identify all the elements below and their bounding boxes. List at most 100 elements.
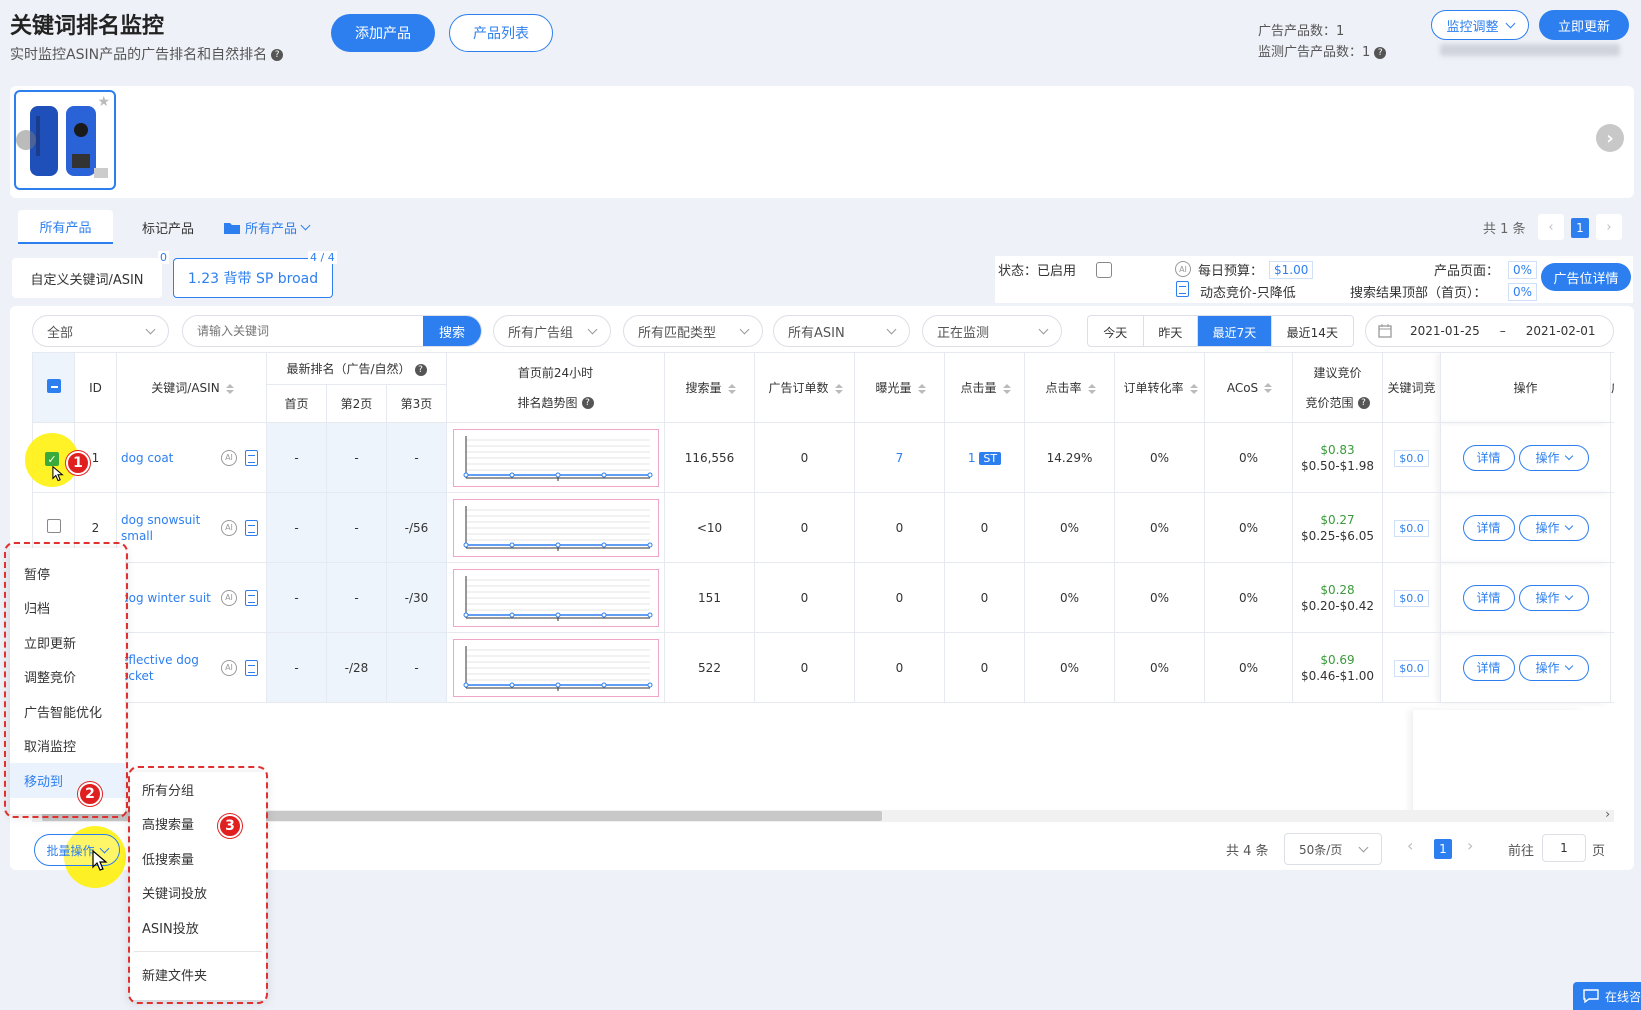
rank-trend-chart[interactable] — [446, 492, 665, 563]
next-page-icon[interactable]: › — [1596, 214, 1622, 240]
carousel-next-icon[interactable]: › — [1596, 124, 1624, 152]
document-icon[interactable] — [245, 519, 258, 536]
product-page-value[interactable]: 0% — [1508, 261, 1538, 279]
prev-page-icon[interactable]: ‹ — [1538, 214, 1564, 240]
document-icon[interactable] — [245, 589, 258, 606]
document-icon[interactable] — [245, 659, 258, 676]
suggested-bid: $0.27 — [1320, 512, 1355, 527]
rank-trend-chart[interactable] — [446, 632, 665, 703]
col-cvr[interactable]: 订单转化率 — [1114, 352, 1205, 423]
goto-page-input[interactable]: 1 — [1542, 834, 1586, 862]
keyword-link[interactable]: eflective dog acket — [121, 652, 213, 684]
search-top-value[interactable]: 0% — [1508, 283, 1538, 301]
help-icon[interactable]: ? — [1374, 46, 1387, 59]
update-now-button[interactable]: 立即更新 — [1539, 10, 1629, 40]
folder-filter-dropdown[interactable]: 所有产品 — [224, 210, 311, 244]
sort-icon[interactable] — [918, 384, 924, 394]
ai-icon[interactable]: AI — [221, 659, 237, 676]
help-icon[interactable]: ? — [271, 49, 284, 61]
ai-icon[interactable]: AI — [221, 589, 237, 606]
keyword-link[interactable]: dog winter suit — [121, 590, 213, 606]
rank-trend-chart[interactable] — [446, 422, 665, 493]
suggested-bid-cell: $0.83 $0.50-$1.98 — [1292, 422, 1383, 493]
date-picker[interactable]: 2021-01-25 – 2021-02-01 — [1365, 315, 1614, 347]
search-button[interactable]: 搜索 — [423, 316, 481, 346]
help-icon[interactable]: ? — [1357, 397, 1370, 409]
col-impressions[interactable]: 曝光量 — [854, 352, 945, 423]
operate-dropdown[interactable]: 操作 — [1518, 584, 1589, 611]
sort-icon[interactable] — [728, 384, 734, 394]
keyword-search-input[interactable] — [183, 316, 423, 346]
sort-icon[interactable] — [226, 384, 232, 394]
asin-select[interactable]: 所有ASIN — [773, 315, 910, 347]
product-list-button[interactable]: 产品列表 — [449, 14, 553, 52]
help-icon[interactable]: ? — [414, 363, 427, 376]
sort-icon[interactable] — [1003, 384, 1009, 394]
ad-group-select[interactable]: 所有广告组 — [493, 315, 611, 347]
online-chat-button[interactable]: 在线咨 — [1573, 982, 1641, 1010]
operate-dropdown[interactable]: 操作 — [1518, 514, 1589, 541]
row-checkbox[interactable] — [46, 519, 61, 533]
range-last-14-days[interactable]: 最近14天 — [1272, 316, 1353, 346]
ai-icon[interactable]: AI — [221, 519, 237, 536]
scope-select[interactable]: 全部 — [32, 315, 169, 347]
match-type-select[interactable]: 所有匹配类型 — [623, 315, 763, 347]
checkbox-checked-icon[interactable]: ✓ — [45, 452, 59, 466]
keyword-link[interactable]: dog snowsuit small — [121, 512, 213, 544]
document-icon[interactable] — [245, 449, 258, 466]
range-yesterday[interactable]: 昨天 — [1144, 316, 1199, 346]
col-clicks[interactable]: 点击量 — [944, 352, 1025, 423]
table-current-page[interactable]: 1 — [1434, 839, 1452, 859]
detail-button[interactable]: 详情 — [1462, 444, 1515, 471]
col-search-volume[interactable]: 搜索量 — [664, 352, 755, 423]
col-ctr[interactable]: 点击率 — [1024, 352, 1115, 423]
horizontal-scrollbar[interactable]: › — [32, 807, 1614, 822]
detail-button[interactable]: 详情 — [1462, 584, 1515, 611]
ad-placement-detail-button[interactable]: 广告位详情 — [1541, 263, 1631, 291]
rank-trend-chart[interactable] — [446, 562, 665, 633]
tab-marked-products[interactable]: 标记产品 — [128, 210, 208, 244]
sort-icon[interactable] — [1088, 384, 1094, 394]
detail-button[interactable]: 详情 — [1462, 654, 1515, 681]
keyword-bid-input[interactable]: $0.0 — [1394, 449, 1429, 467]
scroll-right-icon[interactable]: › — [1605, 807, 1610, 821]
page-size-select[interactable]: 50条/页 — [1284, 833, 1382, 865]
add-product-button[interactable]: 添加产品 — [331, 14, 435, 52]
keyword-bid-input[interactable]: $0.0 — [1394, 589, 1429, 607]
range-last-7-days[interactable]: 最近7天 — [1198, 316, 1272, 346]
table-prev-page-icon[interactable]: ‹ — [1407, 836, 1413, 855]
star-icon[interactable]: ★ — [97, 94, 110, 110]
group-tab-custom[interactable]: 自定义关键词/ASIN — [12, 258, 162, 298]
chevron-down-icon — [1564, 521, 1573, 530]
ai-icon[interactable]: AI — [221, 449, 237, 466]
col-acos[interactable]: ACoS — [1204, 352, 1293, 423]
monitor-status-select[interactable]: 正在监测 — [922, 315, 1062, 347]
ad-orders: 0 — [754, 632, 855, 703]
chevron-down-icon — [1358, 842, 1369, 852]
sort-icon[interactable] — [1190, 384, 1196, 394]
operate-dropdown[interactable]: 操作 — [1518, 444, 1589, 471]
keyword-link[interactable]: dog coat — [121, 450, 213, 466]
help-icon[interactable]: ? — [581, 397, 594, 409]
status-text: 状态：已启用 — [998, 264, 1077, 279]
keyword-bid-input[interactable]: $0.0 — [1394, 659, 1429, 677]
clock-icon[interactable] — [1096, 262, 1112, 278]
table-next-page-icon[interactable]: › — [1467, 836, 1473, 855]
select-all-checkbox[interactable] — [46, 379, 61, 393]
monitor-adjust-dropdown[interactable]: 监控调整 — [1431, 10, 1529, 40]
operate-dropdown[interactable]: 操作 — [1518, 654, 1589, 681]
sort-icon[interactable] — [1264, 383, 1270, 393]
col-ad-orders[interactable]: 广告订单数 — [754, 352, 855, 423]
detail-button[interactable]: 详情 — [1462, 514, 1515, 541]
suggested-bid-cell: $0.27 $0.25-$6.05 — [1292, 492, 1383, 563]
product-page-current[interactable]: 1 — [1571, 218, 1589, 238]
range-today[interactable]: 今天 — [1088, 316, 1144, 346]
sort-icon[interactable] — [835, 384, 841, 394]
keyword-bid-input[interactable]: $0.0 — [1394, 519, 1429, 537]
page-title: 关键词排名监控 — [10, 14, 165, 39]
row-extra — [1610, 562, 1614, 633]
group-tab-active[interactable]: 1.23 背带 SP broad — [173, 258, 333, 298]
product-thumbnail[interactable]: ★ — [14, 90, 116, 190]
tab-all-products[interactable]: 所有产品 — [18, 210, 113, 244]
col-keyword[interactable]: 关键词/ASIN — [116, 352, 267, 423]
